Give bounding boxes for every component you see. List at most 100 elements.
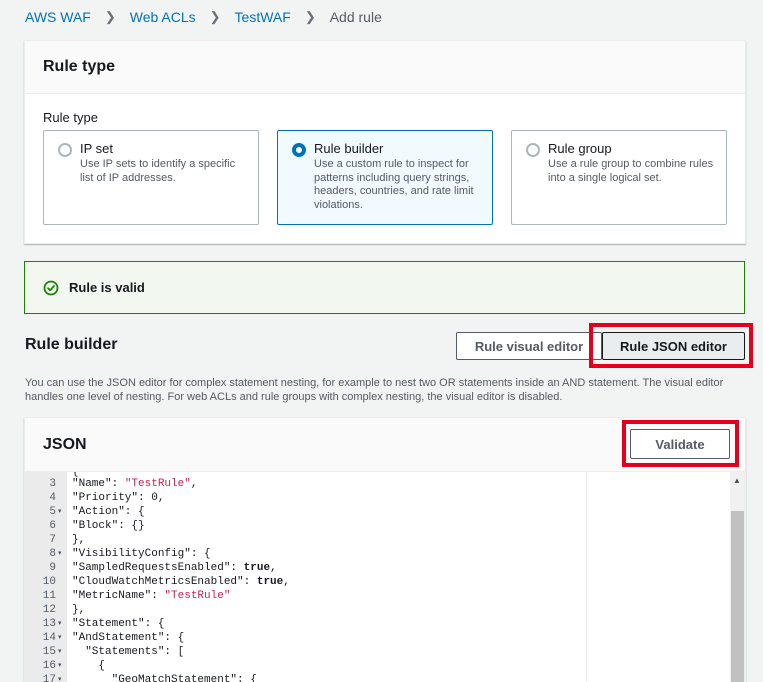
line-number: 4: [49, 492, 56, 504]
code-text: "GeoMatchStatement": {: [72, 673, 257, 682]
code-value: {: [138, 506, 145, 518]
code-value: true: [256, 576, 284, 588]
code-line: 17 ▾ "GeoMatchStatement": {: [25, 673, 586, 682]
tile-description: Use a rule group to combine rules into a…: [548, 158, 714, 184]
code-text: "Statement": {: [72, 618, 165, 630]
rule-builder-description: You can use the JSON editor for complex …: [25, 377, 724, 403]
rule-type-field-label: Rule type: [43, 110, 98, 125]
rule-type-tiles: IP set Use IP sets to identify a specifi…: [43, 130, 727, 225]
radio-ip-set[interactable]: [58, 143, 72, 157]
code-value: "TestRule": [164, 590, 231, 602]
rule-builder-title: Rule builder: [25, 336, 118, 353]
code-value: [: [177, 646, 185, 658]
code-line: 3 "Name": "TestRule",: [25, 477, 586, 491]
line-number: 11: [42, 590, 56, 602]
breadcrumb-link-aws-waf[interactable]: AWS WAF: [25, 9, 91, 25]
scrollbar-thumb[interactable]: [731, 511, 744, 682]
code-text: "SampledRequestsEnabled": true,: [72, 562, 277, 574]
code-text: "Name": "TestRule",: [72, 478, 198, 490]
line-number: 16: [42, 660, 56, 672]
code-line: 7},: [25, 533, 586, 547]
line-number: 6: [49, 520, 56, 532]
breadcrumb-link-testwaf[interactable]: TestWAF: [235, 9, 291, 25]
scroll-up-arrow-icon[interactable]: ▲: [733, 476, 741, 485]
breadcrumb-current: Add rule: [329, 9, 382, 25]
fold-arrow-icon[interactable]: ▾: [58, 631, 62, 645]
line-number: 10: [42, 576, 56, 588]
code-text: "Block": {}: [72, 520, 145, 532]
code-value: {}: [131, 520, 145, 532]
check-circle-icon: [43, 280, 59, 295]
rule-type-panel-title: Rule type: [43, 58, 116, 75]
validate-button[interactable]: Validate: [630, 429, 730, 459]
code-line: 15 ▾ "Statements": [: [25, 645, 586, 659]
tile-description: Use IP sets to identify a specific list …: [80, 158, 236, 184]
line-number: 5: [49, 506, 56, 518]
code-line: 4 "Priority": 0,: [25, 491, 586, 505]
tile-title: Rule group: [548, 141, 612, 156]
line-number: 13: [42, 618, 56, 630]
tile-rule-group[interactable]: Rule group Use a rule group to combine r…: [511, 130, 727, 225]
tile-description: Use a custom rule to inspect for pattern…: [314, 158, 474, 211]
line-number: 15: [42, 646, 56, 658]
code-text: },: [72, 534, 86, 546]
code-line: 14 ▾ "AndStatement": {: [25, 631, 586, 645]
code-text: "AndStatement": {: [72, 632, 185, 644]
json-code-editor[interactable]: { 3 "Name": "TestRule", 4 "Priority": 0, 5 ▾ "…: [25, 472, 586, 682]
json-panel-title: JSON: [43, 435, 87, 453]
code-line: 10 "CloudWatchMetricsEnabled": true,: [25, 575, 586, 589]
tile-rule-builder[interactable]: Rule builder Use a custom rule to inspec…: [277, 130, 493, 225]
fold-arrow-icon[interactable]: ▾: [58, 659, 62, 673]
code-text: {: [72, 660, 106, 672]
code-line: 13 ▾ "Statement": {: [25, 617, 586, 631]
tile-title: Rule builder: [314, 141, 384, 156]
line-number: 12: [42, 604, 56, 616]
line-number: 17: [42, 674, 56, 682]
rule-valid-text: Rule is valid: [69, 280, 145, 295]
fold-arrow-icon[interactable]: ▾: [58, 645, 62, 659]
radio-rule-builder[interactable]: [292, 143, 306, 157]
breadcrumb: AWS WAF ❯ Web ACLs ❯ TestWAF ❯ Add rule: [25, 8, 382, 26]
code-line: 16 ▾ {: [25, 659, 586, 673]
rule-json-editor-button[interactable]: Rule JSON editor: [602, 332, 745, 360]
rule-type-panel: Rule type Rule type IP set Use IP sets t…: [24, 40, 746, 244]
code-line: 11 "MetricName": "TestRule": [25, 589, 586, 603]
fold-arrow-icon[interactable]: ▾: [58, 547, 62, 561]
tile-title: IP set: [80, 141, 114, 156]
radio-rule-group[interactable]: [526, 143, 540, 157]
fold-arrow-icon[interactable]: ▾: [58, 505, 62, 519]
code-value: true: [243, 562, 271, 574]
editor-scrollbar[interactable]: ▲: [730, 472, 745, 682]
breadcrumb-link-web-acls[interactable]: Web ACLs: [130, 9, 196, 25]
code-value: {: [157, 618, 165, 630]
code-value: {: [204, 548, 211, 560]
fold-arrow-icon[interactable]: ▾: [58, 617, 62, 631]
rule-valid-alert: Rule is valid: [24, 261, 745, 314]
code-line: 8 ▾ "VisibilityConfig": {: [25, 547, 586, 561]
rule-visual-editor-button[interactable]: Rule visual editor: [456, 332, 602, 360]
code-text: "VisibilityConfig": {: [72, 548, 211, 560]
line-number: 7: [49, 534, 56, 546]
code-text: "MetricName": "TestRule": [72, 590, 231, 602]
chevron-right-icon: ❯: [209, 9, 221, 24]
code-text: "Statements": [: [72, 646, 185, 658]
code-value: {: [250, 674, 257, 682]
fold-arrow-icon[interactable]: ▾: [58, 673, 62, 682]
code-line: 12},: [25, 603, 586, 617]
line-number: 8: [49, 548, 56, 560]
editor-side-pane: [586, 472, 730, 682]
code-text: "CloudWatchMetricsEnabled": true,: [72, 576, 290, 588]
code-value: {: [177, 632, 185, 644]
line-number: 14: [42, 632, 56, 644]
add-rule-page: AWS WAF ❯ Web ACLs ❯ TestWAF ❯ Add rule …: [0, 0, 763, 682]
line-number: 9: [49, 562, 56, 574]
code-line: 6 "Block": {}: [25, 519, 586, 533]
code-line: 5 ▾ "Action": {: [25, 505, 586, 519]
tile-ip-set[interactable]: IP set Use IP sets to identify a specifi…: [43, 130, 259, 225]
code-text: "Action": {: [72, 506, 145, 518]
code-value: 0: [151, 492, 158, 504]
code-line: 9 "SampledRequestsEnabled": true,: [25, 561, 586, 575]
chevron-right-icon: ❯: [104, 9, 116, 24]
line-number: 3: [49, 478, 56, 490]
code-text: "Priority": 0,: [72, 492, 165, 504]
